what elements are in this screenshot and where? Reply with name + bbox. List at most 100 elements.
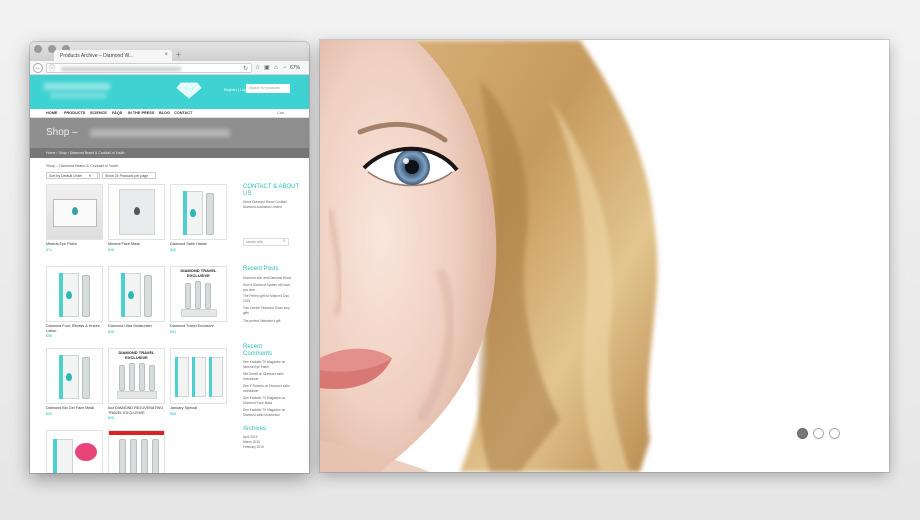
product-name[interactable]: Diamond Ultra Moisturiser (108, 324, 165, 329)
menu-item-home[interactable]: HOME (46, 111, 57, 115)
product-price: $58 (46, 334, 52, 338)
product-search-input[interactable]: Search for products (246, 84, 290, 93)
recent-comment-item[interactable]: Mel Dewitt on Diamond satin moisturiser (243, 372, 293, 381)
tab-close-icon[interactable]: × (164, 52, 168, 58)
hero-portrait-image (320, 40, 889, 472)
browser-window: Products Archive – Diamond W... × + ← ⓘ … (30, 42, 309, 473)
product-image[interactable] (46, 184, 103, 240)
home-icon[interactable]: ⌂ (274, 63, 278, 73)
red-product-band (109, 431, 164, 435)
contact-heading[interactable]: CONTACT & ABOUT US (243, 184, 303, 197)
product-card[interactable]: Diamond Ultra Moisturiser $98 (108, 266, 165, 334)
recent-posts-heading: Recent Posts (243, 266, 279, 272)
recent-comment-item[interactable]: Dee Kadiatio TV Magazine on Mineral Eye … (243, 360, 293, 369)
product-name[interactable]: Mineral Face Mask (108, 242, 165, 247)
hero-slider (320, 40, 889, 472)
recent-post-item[interactable]: Diamond skin and Diamond Blood (243, 276, 293, 281)
recent-post-item[interactable]: The perfect Valentine's gift (243, 319, 293, 324)
back-arrow-icon[interactable]: ← (33, 63, 43, 73)
product-card[interactable] (46, 430, 103, 473)
product-name[interactable]: Mineral Eye Patch (46, 242, 103, 247)
product-name[interactable]: Diamond Satin Hands (170, 242, 227, 247)
blurred-url (61, 67, 181, 71)
cart-link[interactable]: Cart (277, 111, 284, 115)
product-image[interactable]: DIAMOND TRAVEL EXCLUSIVE (170, 266, 227, 322)
product-price: $94 (170, 329, 176, 334)
product-name[interactable]: 6oz DIAMOND REJUVENATING TRAVEL EXCLUSIV… (108, 406, 165, 415)
product-card[interactable]: Mineral Face Mask $98 (108, 184, 165, 252)
travel-exclusive-badge: DIAMOND TRAVEL EXCLUSIVE (118, 350, 155, 360)
sort-dropdown-icon[interactable]: ▾ (88, 172, 98, 179)
product-card[interactable]: Mineral Eye Patch $74 (46, 184, 103, 252)
recent-post-item[interactable]: Tom Lineker Diamond Show stop gifts (243, 306, 293, 315)
recent-comments-heading: Recent Comments (243, 344, 273, 357)
product-image[interactable] (46, 348, 103, 404)
address-bar[interactable]: ⓘ ↻ (46, 63, 252, 73)
close-window-icon[interactable] (34, 45, 42, 53)
recent-comment-item[interactable]: Dee P Roberts on Diamond satin moisturis… (243, 384, 293, 393)
breadcrumb[interactable]: Home › Shop › Diamond Brand & Cocktail o… (30, 148, 309, 158)
page-title: Shop – (46, 127, 78, 138)
product-card[interactable]: DIAMOND TRAVEL EXCLUSIVE 6oz DIAMOND REJ… (108, 348, 165, 420)
product-name[interactable]: Diamond Foot, Elbows & Knees Lotion (46, 324, 103, 333)
new-tab-icon[interactable]: + (176, 50, 181, 60)
product-price: $98 (108, 416, 114, 420)
menu-item-products[interactable]: PRODUCTS (64, 111, 85, 115)
blurred-site-logo[interactable] (44, 83, 110, 90)
recent-comment-item[interactable]: Dee Kadiatio TV Magazine on Diamond Face… (243, 396, 293, 405)
recent-post-item[interactable]: How a Diamond System will save you time (243, 283, 293, 292)
archive-item[interactable]: February 2015 (243, 445, 293, 450)
product-price: $98 (108, 329, 114, 334)
product-price: $74 (46, 247, 52, 252)
product-card[interactable]: Diamond Satin Hands $58 (170, 184, 227, 252)
product-name[interactable]: January Special (170, 406, 227, 411)
product-name[interactable]: Diamond Bio Gel Face Mask (46, 406, 103, 411)
zoom-out-button[interactable]: − (283, 63, 287, 73)
reading-list-icon[interactable]: ▣ (264, 63, 270, 73)
product-image[interactable] (108, 430, 165, 473)
product-card[interactable] (108, 430, 165, 473)
product-card[interactable]: Diamond Foot, Elbows & Knees Lotion $58 (46, 266, 103, 338)
pink-product-visual (75, 443, 97, 461)
recent-comment-item[interactable]: Dee Kadiatio TV Magazine on Diamond sati… (243, 408, 293, 417)
slide-dot-active[interactable] (797, 428, 808, 439)
travel-exclusive-badge: DIAMOND TRAVEL EXCLUSIVE (180, 268, 217, 278)
reload-icon[interactable]: ↻ (243, 64, 248, 74)
browser-tab[interactable]: Products Archive – Diamond W... × (54, 50, 172, 61)
menu-item-press[interactable]: IN THE PRESS (128, 111, 154, 115)
product-image[interactable] (46, 266, 103, 322)
info-icon[interactable]: ⓘ (49, 64, 55, 74)
blurred-page-subtitle (90, 129, 230, 137)
menu-item-contact[interactable]: CONTACT (174, 111, 192, 115)
site-header: Register | Log in Search for products (30, 75, 309, 109)
browser-navbar: ← ⓘ ↻ ☆ ▣ ⌂ − 67% + (30, 61, 309, 75)
product-price: $98 (108, 247, 114, 252)
menu-item-blog[interactable]: BLOG (159, 111, 170, 115)
product-name[interactable]: Diamond Travel Exclusive (170, 324, 227, 329)
bookmark-star-icon[interactable]: ☆ (255, 63, 260, 73)
product-card[interactable]: Diamond Bio Gel Face Mask $98 (46, 348, 103, 416)
contact-text: About Diamond Brand Cocktail Diamond Aus… (243, 200, 287, 209)
tab-title: Products Archive – Diamond W... (60, 53, 134, 59)
product-card[interactable]: DIAMOND TRAVEL EXCLUSIVE Diamond Travel … (170, 266, 227, 334)
product-image[interactable] (46, 430, 103, 473)
diamond-logo-icon (176, 82, 202, 99)
archive-item[interactable]: April 2015 (243, 435, 293, 440)
recent-post-item[interactable]: The Perfect gift for Mother's Day 2015 (243, 294, 293, 303)
product-image[interactable] (170, 348, 227, 404)
product-price: $58 (170, 247, 176, 252)
per-page-select[interactable]: Show 24 Products per page (102, 172, 156, 179)
shop-banner: Shop – (30, 118, 309, 148)
product-image[interactable] (108, 266, 165, 322)
menu-item-faqs[interactable]: FAQS (112, 111, 122, 115)
archive-item[interactable]: March 2015 (243, 440, 293, 445)
product-image[interactable]: DIAMOND TRAVEL EXCLUSIVE (108, 348, 165, 404)
product-image[interactable] (108, 184, 165, 240)
slide-dot[interactable] (813, 428, 824, 439)
product-card[interactable]: January Special $98 (170, 348, 227, 416)
product-image[interactable] (170, 184, 227, 240)
search-icon[interactable]: ⌕ (283, 238, 286, 244)
menu-item-science[interactable]: SCIENCE (90, 111, 107, 115)
zoom-level[interactable]: 67% (290, 63, 300, 73)
slide-dot[interactable] (829, 428, 840, 439)
